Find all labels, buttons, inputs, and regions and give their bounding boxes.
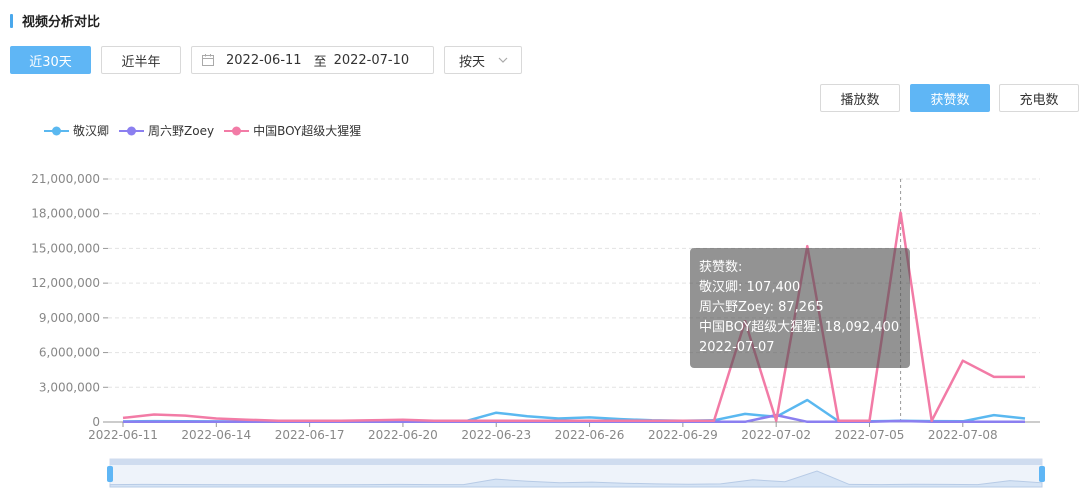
line-chart: 0 3,000,000 6,000,000 9,000,000 12,000,000 15…	[31, 172, 1045, 488]
zoom-handle-right	[1039, 466, 1045, 482]
x-tick-label: 2022-06-20	[368, 428, 438, 442]
y-tick-label: 9,000,000	[39, 311, 100, 325]
x-tick-label: 2022-06-17	[275, 428, 345, 442]
y-tick-label: 12,000,000	[31, 276, 100, 290]
zoom-handle-left	[107, 466, 113, 482]
x-tick-label: 2022-07-02	[741, 428, 811, 442]
x-tick-label: 2022-07-05	[835, 428, 905, 442]
zoom-slider-top-bar	[110, 459, 1042, 465]
y-tick-label: 21,000,000	[31, 172, 100, 186]
y-tick-label: 6,000,000	[39, 346, 100, 360]
x-tick-label: 2022-06-11	[88, 428, 158, 442]
y-tick-label: 15,000,000	[31, 241, 100, 255]
x-tick-label: 2022-06-14	[181, 428, 251, 442]
series-line-3	[122, 211, 1025, 423]
y-tick-label: 0	[92, 415, 100, 429]
series-line-1	[122, 398, 1026, 423]
y-tick-label: 3,000,000	[39, 380, 100, 394]
x-tick-label: 2022-06-29	[648, 428, 718, 442]
x-tick-label: 2022-06-26	[555, 428, 625, 442]
y-tick-label: 18,000,000	[31, 207, 100, 221]
x-tick-label: 2022-06-23	[461, 428, 531, 442]
x-tick-label: 2022-07-08	[928, 428, 998, 442]
